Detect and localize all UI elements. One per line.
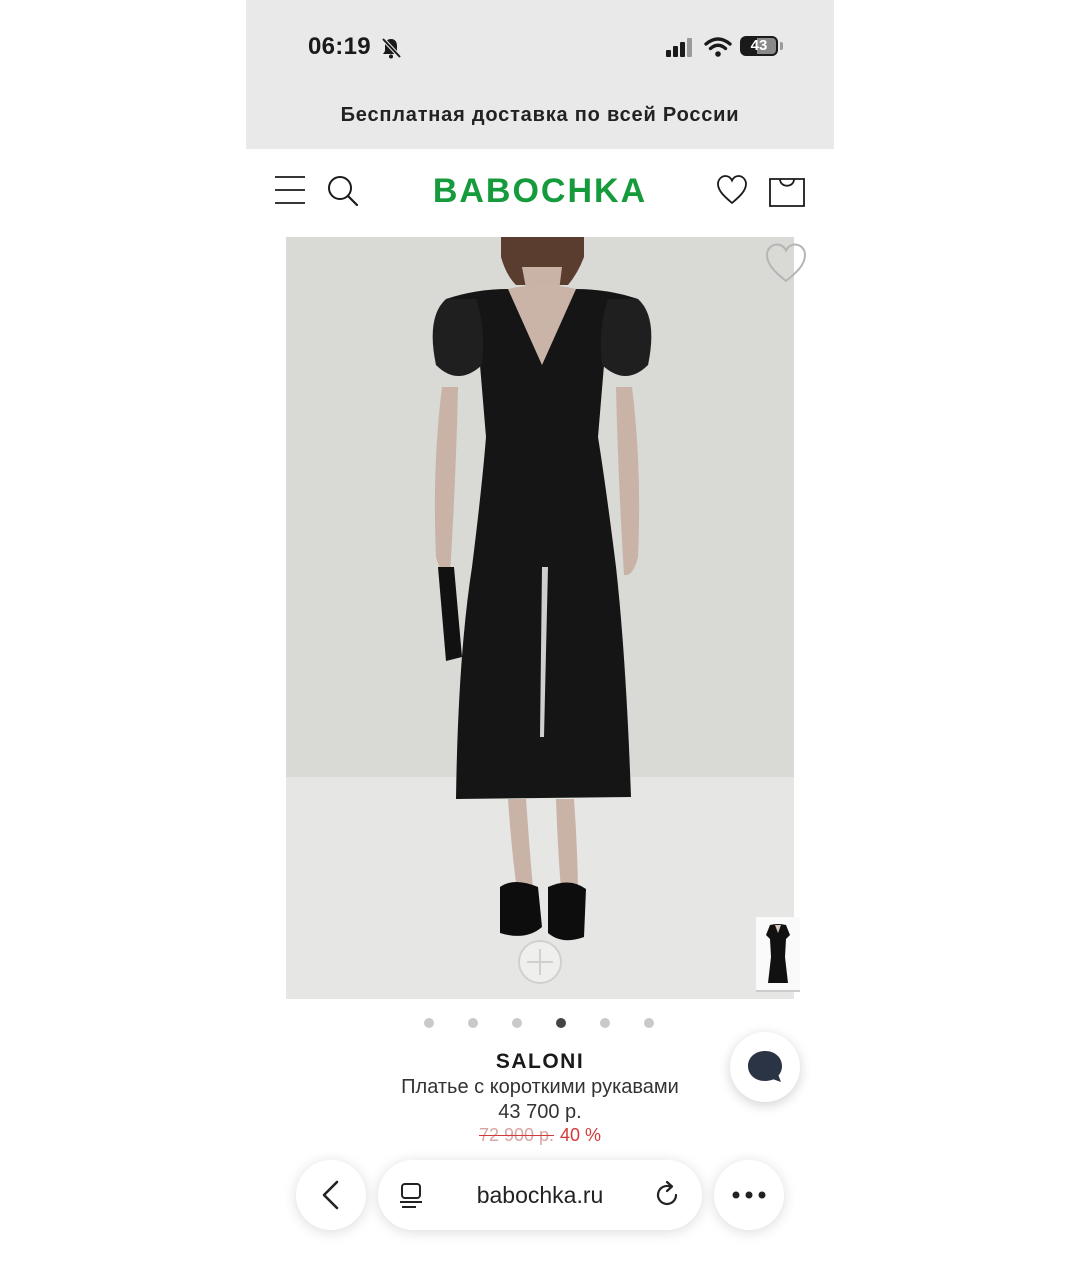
gallery-pagination [246,1018,834,1030]
bag-icon[interactable] [768,174,806,208]
phone-screen: 06:19 43 Бесплатная доставка по всей Рос… [246,0,834,1280]
signal-icon [666,38,692,57]
more-dots-icon [732,1191,766,1199]
chat-bubble-icon [748,1051,782,1082]
zoom-plus-icon[interactable] [516,938,564,986]
model-illustration [286,237,794,999]
more-button[interactable] [714,1160,784,1230]
wifi-icon [704,37,732,57]
pagination-dot[interactable] [468,1018,478,1028]
site-logo[interactable]: BABOCHKA [433,172,647,210]
bell-slash-icon [381,37,402,59]
battery-level: 43 [750,37,768,54]
favorite-heart-icon[interactable] [764,241,808,285]
pagination-dot[interactable] [600,1018,610,1028]
product-price: 43 700 р. [498,1101,582,1123]
promo-banner[interactable]: Бесплатная доставка по всей России [246,104,834,127]
status-time: 06:19 [308,33,371,60]
pagination-dot[interactable] [424,1018,434,1028]
product-photo[interactable] [286,237,794,999]
search-icon[interactable] [326,174,360,208]
reload-icon[interactable] [652,1180,682,1210]
thumbnail-dress-image [766,924,790,983]
back-chevron-icon [322,1180,339,1210]
gallery-thumbnail[interactable] [756,917,800,992]
pagination-dot[interactable] [644,1018,654,1028]
status-area: 06:19 43 Бесплатная доставка по всей Рос… [246,0,834,149]
address-bar[interactable]: babochka.ru [378,1160,702,1230]
pagination-dot[interactable] [512,1018,522,1028]
menu-icon[interactable] [274,174,306,206]
pagination-dot-active[interactable] [556,1018,566,1028]
back-button[interactable] [296,1160,366,1230]
heart-icon[interactable] [716,174,748,206]
chat-button[interactable] [730,1032,800,1102]
battery-icon: 43 [740,36,784,58]
